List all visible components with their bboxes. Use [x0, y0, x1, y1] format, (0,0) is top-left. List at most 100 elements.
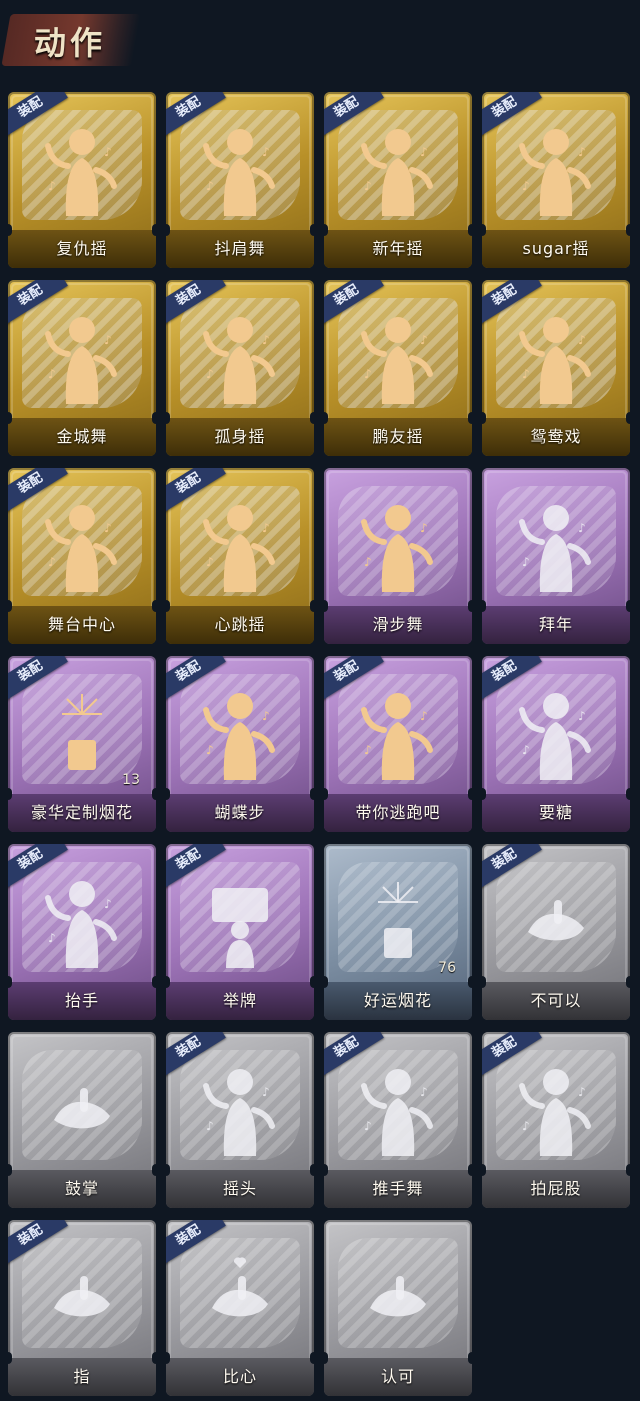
svg-text:♪: ♪: [420, 709, 428, 723]
svg-text:♪: ♪: [420, 145, 428, 159]
action-name: 要糖: [538, 803, 573, 822]
action-card[interactable]: 指装配: [8, 1220, 156, 1396]
action-name: 抬手: [64, 991, 99, 1010]
card-notch-decoration: [152, 1164, 156, 1176]
dancer-sparkle-icon: ♪ ♪: [42, 308, 122, 404]
svg-text:♪: ♪: [48, 931, 56, 945]
svg-text:♪: ♪: [104, 521, 112, 535]
action-card[interactable]: 比心 装配: [166, 1220, 314, 1396]
svg-text:♪: ♪: [522, 367, 530, 381]
svg-text:♪: ♪: [364, 743, 372, 757]
action-card[interactable]: ♪ ♪ 鹏友摇 装配: [324, 280, 472, 456]
card-notch-decoration: [310, 224, 314, 236]
greeting-figure-icon: ♪ ♪: [516, 496, 596, 592]
action-card[interactable]: ♪ ♪ 要糖 装配: [482, 656, 630, 832]
dancer-wave-icon: ♪ ♪: [200, 496, 280, 592]
action-card[interactable]: ♪ ♪ 舞台中心 装配: [8, 468, 156, 644]
finger-heart-icon: [200, 1248, 280, 1344]
action-name: 比心: [222, 1367, 257, 1386]
action-card[interactable]: ♪ ♪ 蝴蝶步 装配: [166, 656, 314, 832]
card-notch-decoration: [310, 600, 314, 612]
action-name: 认可: [380, 1367, 415, 1386]
svg-text:♪: ♪: [420, 1085, 428, 1099]
action-name: 抖肩舞: [214, 239, 266, 258]
dancer-pointing-icon: ♪ ♪: [200, 684, 280, 780]
card-notch-decoration: [468, 1164, 472, 1176]
svg-text:♪: ♪: [522, 743, 530, 757]
action-card[interactable]: ♪ ♪ 带你逃跑吧 装配: [324, 656, 472, 832]
card-notch-decoration: [152, 600, 156, 612]
svg-text:♪: ♪: [262, 1085, 270, 1099]
action-card[interactable]: ♪ ♪ 金城舞 装配: [8, 280, 156, 456]
action-name: 舞台中心: [47, 615, 116, 634]
firework-can-icon: [358, 872, 438, 968]
dancer-pointing-icon: ♪ ♪: [358, 684, 438, 780]
action-name: 蝴蝶步: [214, 803, 266, 822]
action-name: 新年摇: [372, 239, 424, 258]
card-notch-decoration: [152, 788, 156, 800]
firework-box-icon: [42, 684, 122, 780]
action-card[interactable]: ♪ ♪ 复仇摇 装配: [8, 92, 156, 268]
action-card[interactable]: ♪ ♪ 鸳鸯戏 装配: [482, 280, 630, 456]
finger-wag-icon: [516, 872, 596, 968]
dancer-music-icon: ♪ ♪: [358, 120, 438, 216]
action-card[interactable]: ♪ ♪ 推手舞 装配: [324, 1032, 472, 1208]
svg-text:♪: ♪: [48, 179, 56, 193]
card-notch-decoration: [152, 1352, 156, 1364]
dancer-pointing-icon: ♪ ♪: [358, 308, 438, 404]
dancer-music-icon: ♪ ♪: [516, 308, 596, 404]
card-notch-decoration: [310, 1352, 314, 1364]
action-card[interactable]: 豪华定制烟花 13 装配: [8, 656, 156, 832]
svg-text:♪: ♪: [206, 743, 214, 757]
action-card[interactable]: 举牌 装配: [166, 844, 314, 1020]
svg-text:♪: ♪: [420, 333, 428, 347]
svg-text:♪: ♪: [206, 179, 214, 193]
card-notch-decoration: [468, 1352, 472, 1364]
action-card[interactable]: ♪ ♪ sugar摇 装配: [482, 92, 630, 268]
action-card[interactable]: 好运烟花 76: [324, 844, 472, 1020]
action-card[interactable]: ♪ ♪ 拜年: [482, 468, 630, 644]
card-notch-decoration: [468, 976, 472, 988]
card-notch-decoration: [310, 1164, 314, 1176]
action-name: 复仇摇: [56, 239, 108, 258]
action-card[interactable]: ♪ ♪ 心跳摇 装配: [166, 468, 314, 644]
action-card[interactable]: 不可以 装配: [482, 844, 630, 1020]
figure-slap-icon: ♪ ♪: [516, 1060, 596, 1156]
action-name: 推手舞: [372, 1179, 424, 1198]
clapping-hands-icon: [42, 1060, 122, 1156]
sign-holding-icon: [200, 872, 280, 968]
figure-reaching-icon: ♪ ♪: [516, 684, 596, 780]
action-card[interactable]: ♪ ♪ 滑步舞: [324, 468, 472, 644]
svg-text:♪: ♪: [206, 555, 214, 569]
svg-text:♪: ♪: [206, 367, 214, 381]
action-card[interactable]: 认可: [324, 1220, 472, 1396]
card-notch-decoration: [626, 412, 630, 424]
action-card[interactable]: ♪ ♪ 摇头 装配: [166, 1032, 314, 1208]
card-notch-decoration: [152, 412, 156, 424]
svg-text:♪: ♪: [578, 1085, 586, 1099]
pointing-hand-icon: [42, 1248, 122, 1344]
svg-text:♪: ♪: [578, 709, 586, 723]
card-notch-decoration: [626, 788, 630, 800]
thumbs-up-icon: [358, 1248, 438, 1344]
action-card[interactable]: 鼓掌: [8, 1032, 156, 1208]
action-card[interactable]: ♪ ♪ 抖肩舞 装配: [166, 92, 314, 268]
action-name: 举牌: [222, 991, 257, 1010]
action-card[interactable]: ♪ ♪ 新年摇 装配: [324, 92, 472, 268]
dancer-music-icon: ♪ ♪: [516, 120, 596, 216]
action-name: 金城舞: [56, 427, 108, 446]
card-notch-decoration: [626, 224, 630, 236]
action-card[interactable]: ♪ ♪ 拍屁股 装配: [482, 1032, 630, 1208]
svg-text:♪: ♪: [262, 145, 270, 159]
action-card[interactable]: ♪ ♪ 孤身摇 装配: [166, 280, 314, 456]
figure-raise-hand-icon: ♪ ♪: [42, 872, 122, 968]
item-count: 76: [438, 960, 456, 976]
card-notch-decoration: [310, 412, 314, 424]
card-notch-decoration: [626, 600, 630, 612]
action-card[interactable]: ♪ ♪ 抬手 装配: [8, 844, 156, 1020]
svg-text:♪: ♪: [522, 179, 530, 193]
action-name: 带你逃跑吧: [355, 803, 441, 822]
action-name: 摇头: [222, 1179, 257, 1198]
action-name: 拍屁股: [530, 1179, 582, 1198]
svg-text:♪: ♪: [522, 555, 530, 569]
